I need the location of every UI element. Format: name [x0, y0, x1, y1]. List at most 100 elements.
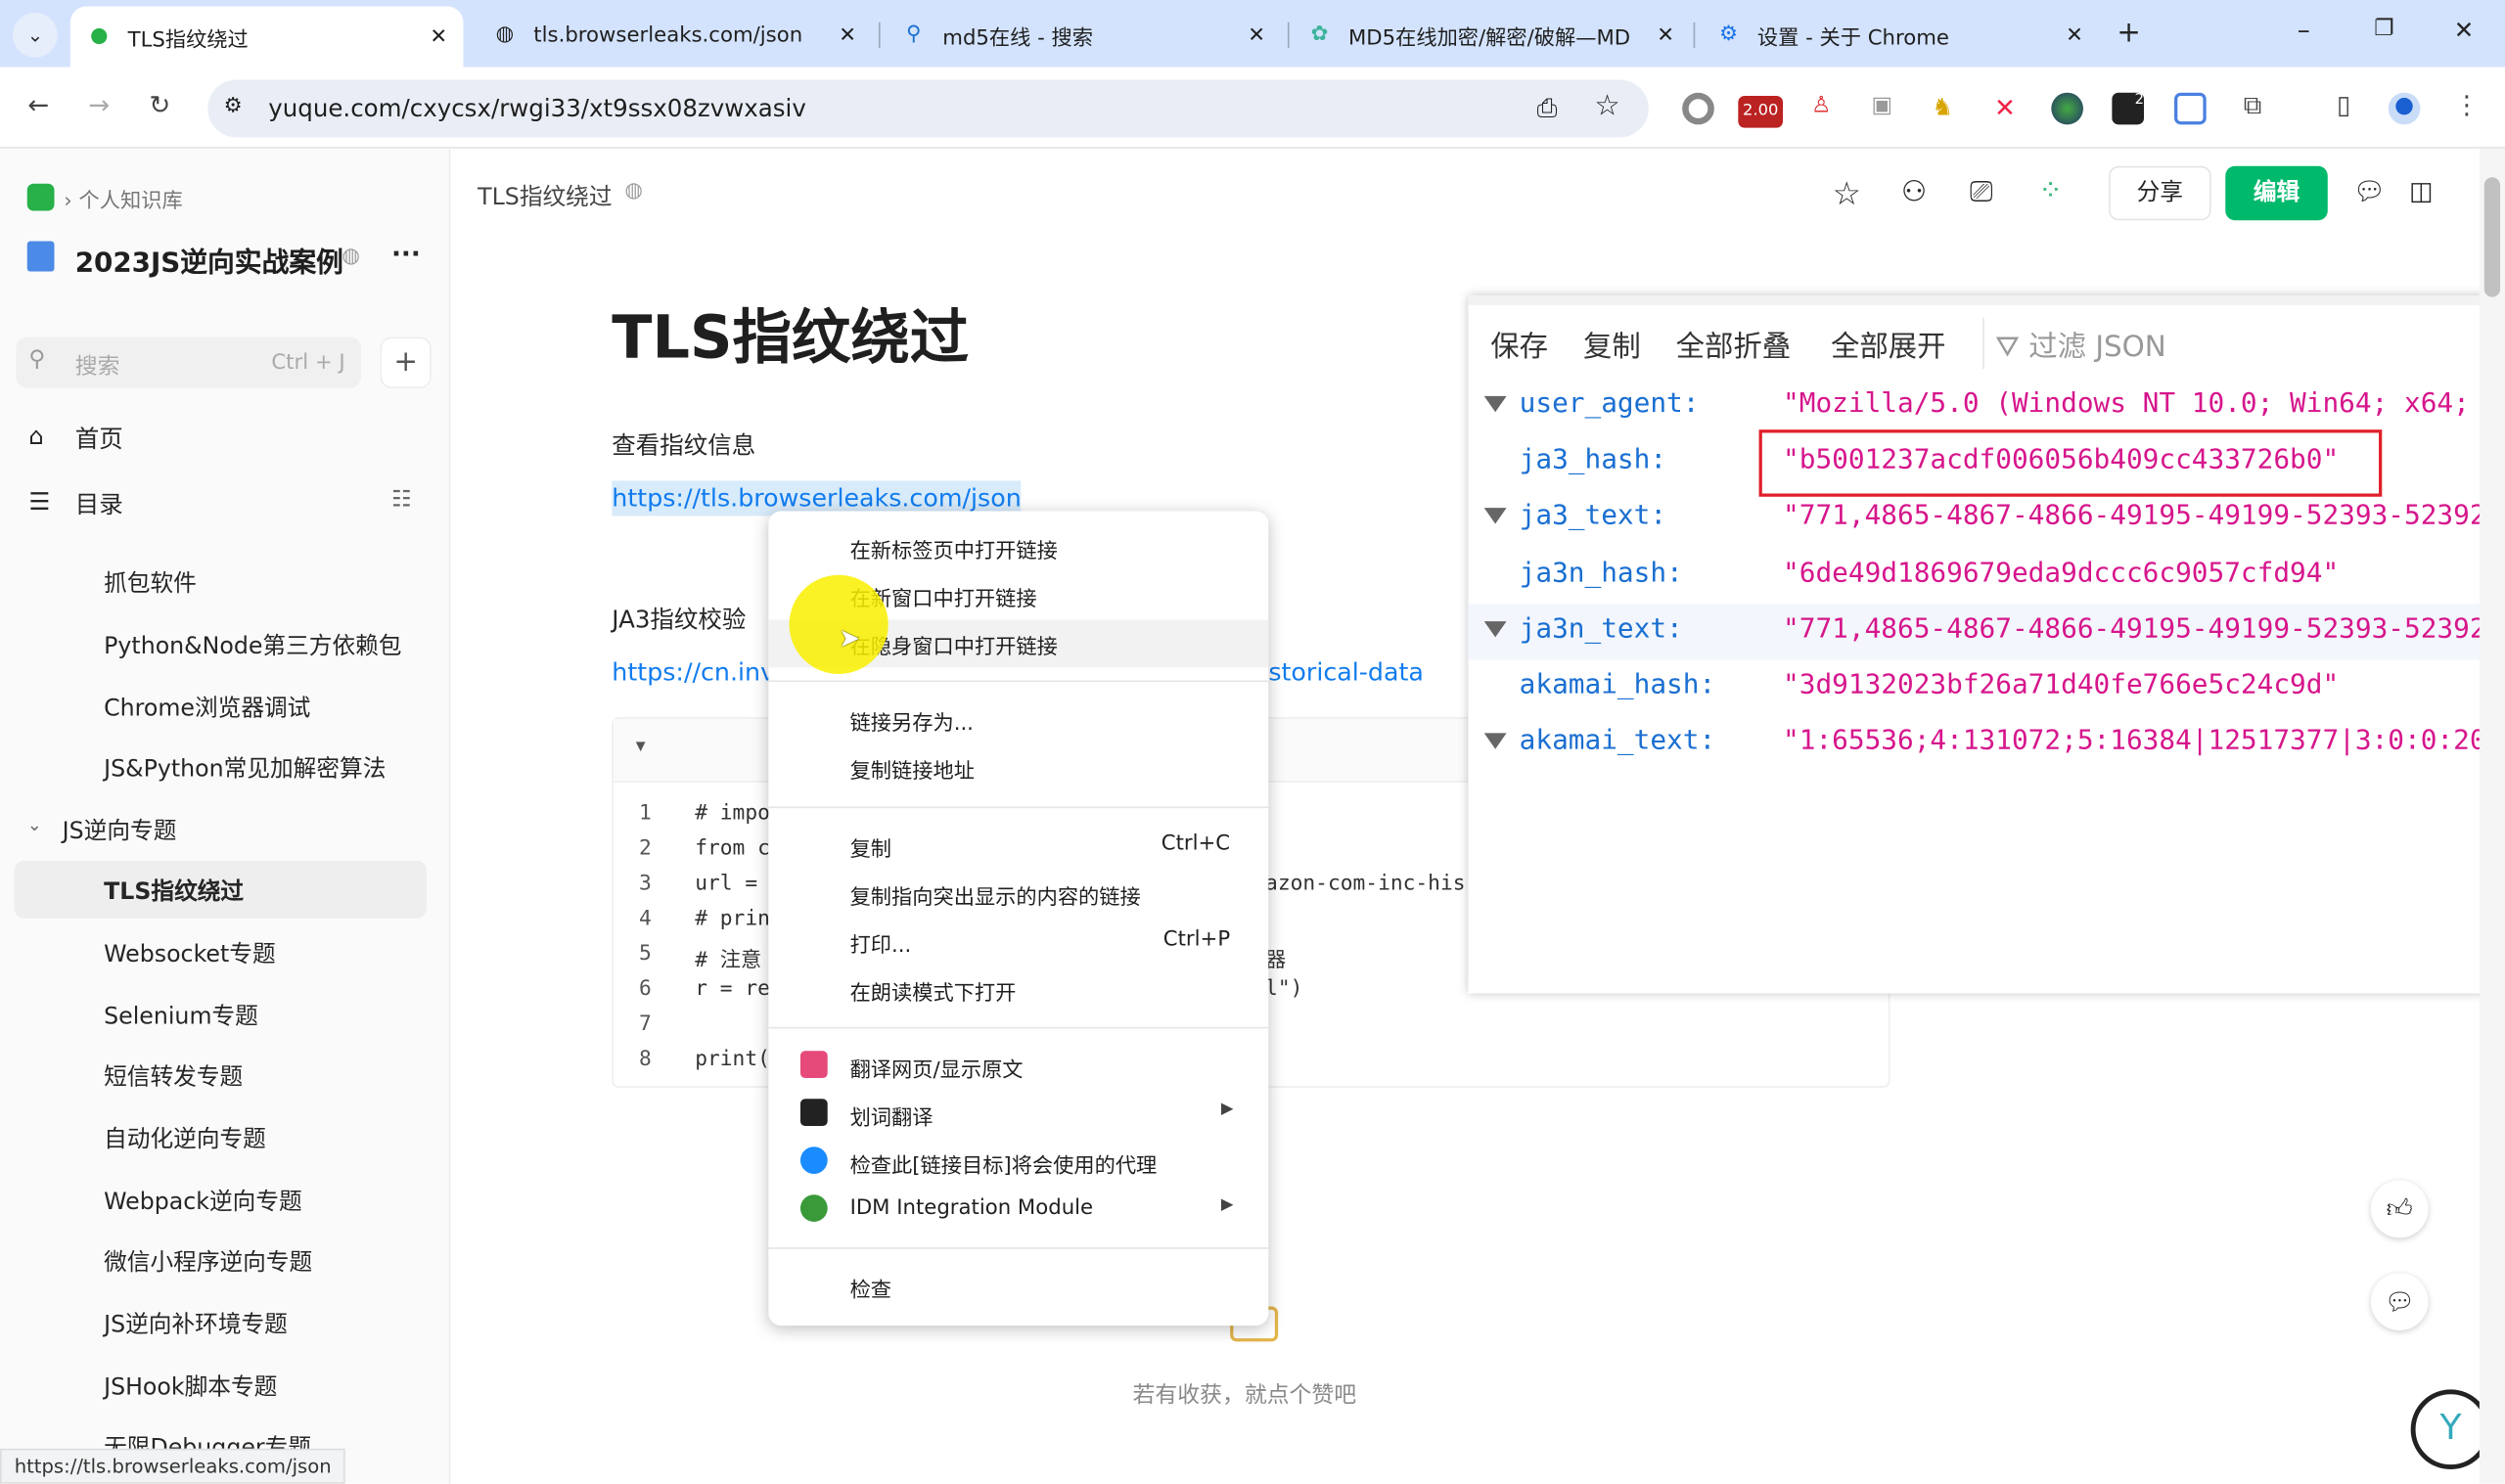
address-bar[interactable]: ⚙ yuque.com/cxycsx/rwgi33/xt9ssx08zvwxas…	[207, 79, 1649, 138]
json-row[interactable]: ja3_text: "771,4865-4867-4866-49195-49199…	[1468, 491, 2505, 547]
tab-browserleaks[interactable]: ◍ tls.browserleaks.com/json ✕	[477, 10, 873, 61]
close-window-button[interactable]: ✕	[2454, 16, 2475, 44]
menu-item[interactable]: 复制指向突出显示的内容的链接	[850, 880, 1141, 910]
minimize-button[interactable]: –	[2298, 15, 2310, 45]
expand-triangle-icon[interactable]	[1483, 733, 1507, 750]
breadcrumb[interactable]: › 个人知识库	[64, 184, 182, 213]
expand-triangle-icon[interactable]	[1483, 395, 1507, 413]
close-tab-icon[interactable]: ✕	[839, 23, 856, 47]
chevron-down-icon[interactable]: ⌄	[27, 815, 42, 835]
tab-md5-online[interactable]: ✿ MD5在线加密/解密/破解—MD ✕	[1291, 10, 1690, 61]
tab-search-button[interactable]: ⌄	[13, 13, 58, 58]
menu-item[interactable]: 复制链接地址	[850, 754, 975, 784]
share-button[interactable]: 分享	[2109, 165, 2211, 221]
toc-item[interactable]: Webpack逆向专题	[104, 1184, 302, 1217]
code-collapse-icon[interactable]: ▼	[636, 738, 646, 755]
save-button[interactable]: 保存	[1490, 324, 1548, 365]
more-options-icon[interactable]: ···	[391, 238, 421, 268]
toc-item[interactable]: 抓包软件	[104, 565, 197, 599]
bookmark-star-icon[interactable]: ☆	[1594, 89, 1619, 122]
menu-item[interactable]: 复制	[850, 832, 891, 862]
side-panel-icon[interactable]: ▯	[2326, 89, 2361, 119]
back-icon[interactable]: ←	[21, 89, 56, 119]
profile-avatar[interactable]: ●	[2388, 92, 2421, 125]
menu-item[interactable]: 打印...	[850, 928, 912, 958]
search-input[interactable]: ⚲ 搜索 Ctrl + J	[16, 337, 361, 388]
toc-collapse-icon[interactable]: ☷	[391, 487, 412, 513]
toc-item[interactable]: 短信转发专题	[104, 1058, 243, 1092]
expand-triangle-icon[interactable]	[1483, 620, 1507, 638]
menu-item[interactable]: IDM Integration Module	[850, 1196, 1094, 1220]
menu-item[interactable]: 检查	[850, 1273, 891, 1303]
add-button[interactable]: +	[380, 337, 432, 388]
chrome-menu-icon[interactable]: ⋮	[2449, 89, 2484, 119]
collapse-all-button[interactable]: 全部折叠	[1676, 324, 1792, 365]
present-icon[interactable]: ⎚	[1970, 176, 1993, 209]
apps-icon[interactable]: ⁘	[2038, 174, 2063, 207]
toc-group[interactable]: JS逆向专题	[63, 813, 177, 846]
scrollbar-thumb[interactable]	[2483, 177, 2501, 297]
filter-json-input[interactable]: ⛛ 过滤 JSON	[1995, 324, 2166, 365]
menu-item[interactable]: 在朗读模式下打开	[850, 976, 1017, 1006]
toc-item[interactable]: Websocket专题	[104, 936, 276, 969]
new-tab-button[interactable]: +	[2117, 16, 2141, 49]
extensions-puzzle-icon[interactable]: ⧉	[2235, 89, 2270, 121]
json-row[interactable]: akamai_hash: "3d9132023bf26a71d40fe766e5c…	[1468, 659, 2505, 715]
toc-item[interactable]: JSHook脚本专题	[104, 1369, 277, 1402]
comment-button[interactable]: 💬︎	[2370, 1273, 2429, 1330]
extension-circle-icon[interactable]	[1682, 92, 1714, 125]
json-row[interactable]: ja3n_text: "771,4865-4867-4866-49195-4919…	[1468, 603, 2505, 659]
extension-yellow-icon[interactable]: ♞	[1927, 93, 1959, 125]
investing-link-end[interactable]: storical-data	[1268, 658, 1424, 687]
toc-item[interactable]: Python&Node第三方依赖包	[104, 628, 401, 661]
thumbs-up-button[interactable]: 👍︎	[2370, 1180, 2429, 1238]
tab-tls[interactable]: ● TLS指纹绕过 ✕	[69, 6, 464, 67]
close-tab-icon[interactable]: ✕	[1657, 23, 1674, 47]
expand-all-button[interactable]: 全部展开	[1831, 324, 1946, 365]
idm-extension-icon[interactable]	[2051, 92, 2083, 125]
tab-md5-search[interactable]: ⚲ md5在线 - 搜索 ✕	[885, 10, 1281, 61]
json-row[interactable]: user_agent: "Mozilla/5.0 (Windows NT 10.0…	[1468, 379, 2505, 434]
toc-item-selected[interactable]: TLS指纹绕过	[104, 874, 244, 907]
toc-item[interactable]: 自动化逆向专题	[104, 1121, 266, 1154]
forward-icon[interactable]: →	[81, 89, 116, 119]
sidebar-item-home[interactable]: 首页	[75, 422, 123, 455]
toc-item[interactable]: Selenium专题	[104, 998, 258, 1031]
expand-triangle-icon[interactable]	[1483, 508, 1507, 525]
toc-item[interactable]: JS&Python常见加解密算法	[104, 750, 386, 784]
extension-grey-icon[interactable]: ▣	[1866, 93, 1898, 125]
restore-button[interactable]: ❐	[2374, 16, 2394, 41]
close-tab-icon[interactable]: ✕	[2066, 23, 2083, 47]
json-row[interactable]: akamai_text: "1:65536;4:131072;5:16384|12…	[1468, 716, 2505, 772]
comment-icon[interactable]: 💬︎	[2353, 176, 2386, 206]
toggle-panel-icon[interactable]: ◫	[2409, 176, 2434, 206]
close-tab-icon[interactable]: ✕	[430, 24, 447, 48]
menu-item[interactable]: 划词翻译	[850, 1101, 934, 1130]
menu-item[interactable]: 链接另存为...	[850, 706, 974, 736]
extension-speed-icon[interactable]: 2.00	[1738, 95, 1784, 128]
extension-red-icon[interactable]: ♙	[1805, 93, 1838, 125]
copy-button[interactable]: 复制	[1583, 324, 1641, 365]
extension-dark-icon[interactable]: 2	[2112, 92, 2145, 125]
book-title[interactable]: 2023JS逆向实战案例	[75, 240, 343, 280]
edit-button[interactable]: 编辑	[2225, 165, 2328, 221]
menu-item[interactable]: 在新标签页中打开链接	[850, 533, 1058, 563]
menu-item[interactable]: 检查此[链接目标]将会使用的代理	[850, 1148, 1158, 1178]
json-row[interactable]: ja3_hash: "b5001237acdf006056b409cc433726…	[1468, 429, 2505, 498]
site-info-icon[interactable]: ⚙	[224, 94, 243, 117]
favorite-star-icon[interactable]: ☆	[1833, 174, 1861, 212]
extension-x-icon[interactable]: ✕	[1989, 93, 2022, 125]
sidebar-item-toc[interactable]: 目录	[75, 487, 123, 520]
close-tab-icon[interactable]: ✕	[1248, 23, 1265, 47]
install-app-icon[interactable]: ⎙	[1537, 93, 1558, 125]
scrollbar[interactable]	[2479, 148, 2505, 1484]
extension-edit-icon[interactable]	[2174, 92, 2207, 125]
investing-link[interactable]: https://cn.inv	[612, 658, 775, 687]
yuque-logo-icon[interactable]	[26, 183, 55, 211]
toc-item[interactable]: 微信小程序逆向专题	[104, 1244, 312, 1278]
json-row[interactable]: ja3n_hash: "6de49d1869679eda9dccc6c9057cf…	[1468, 547, 2505, 603]
menu-item[interactable]: 翻译网页/显示原文	[850, 1053, 1024, 1082]
tab-chrome-settings[interactable]: ⚙ 设置 - 关于 Chrome ✕	[1700, 10, 2099, 61]
reload-icon[interactable]: ↻	[142, 89, 177, 119]
add-collaborator-icon[interactable]: ⚇	[1901, 176, 1927, 209]
